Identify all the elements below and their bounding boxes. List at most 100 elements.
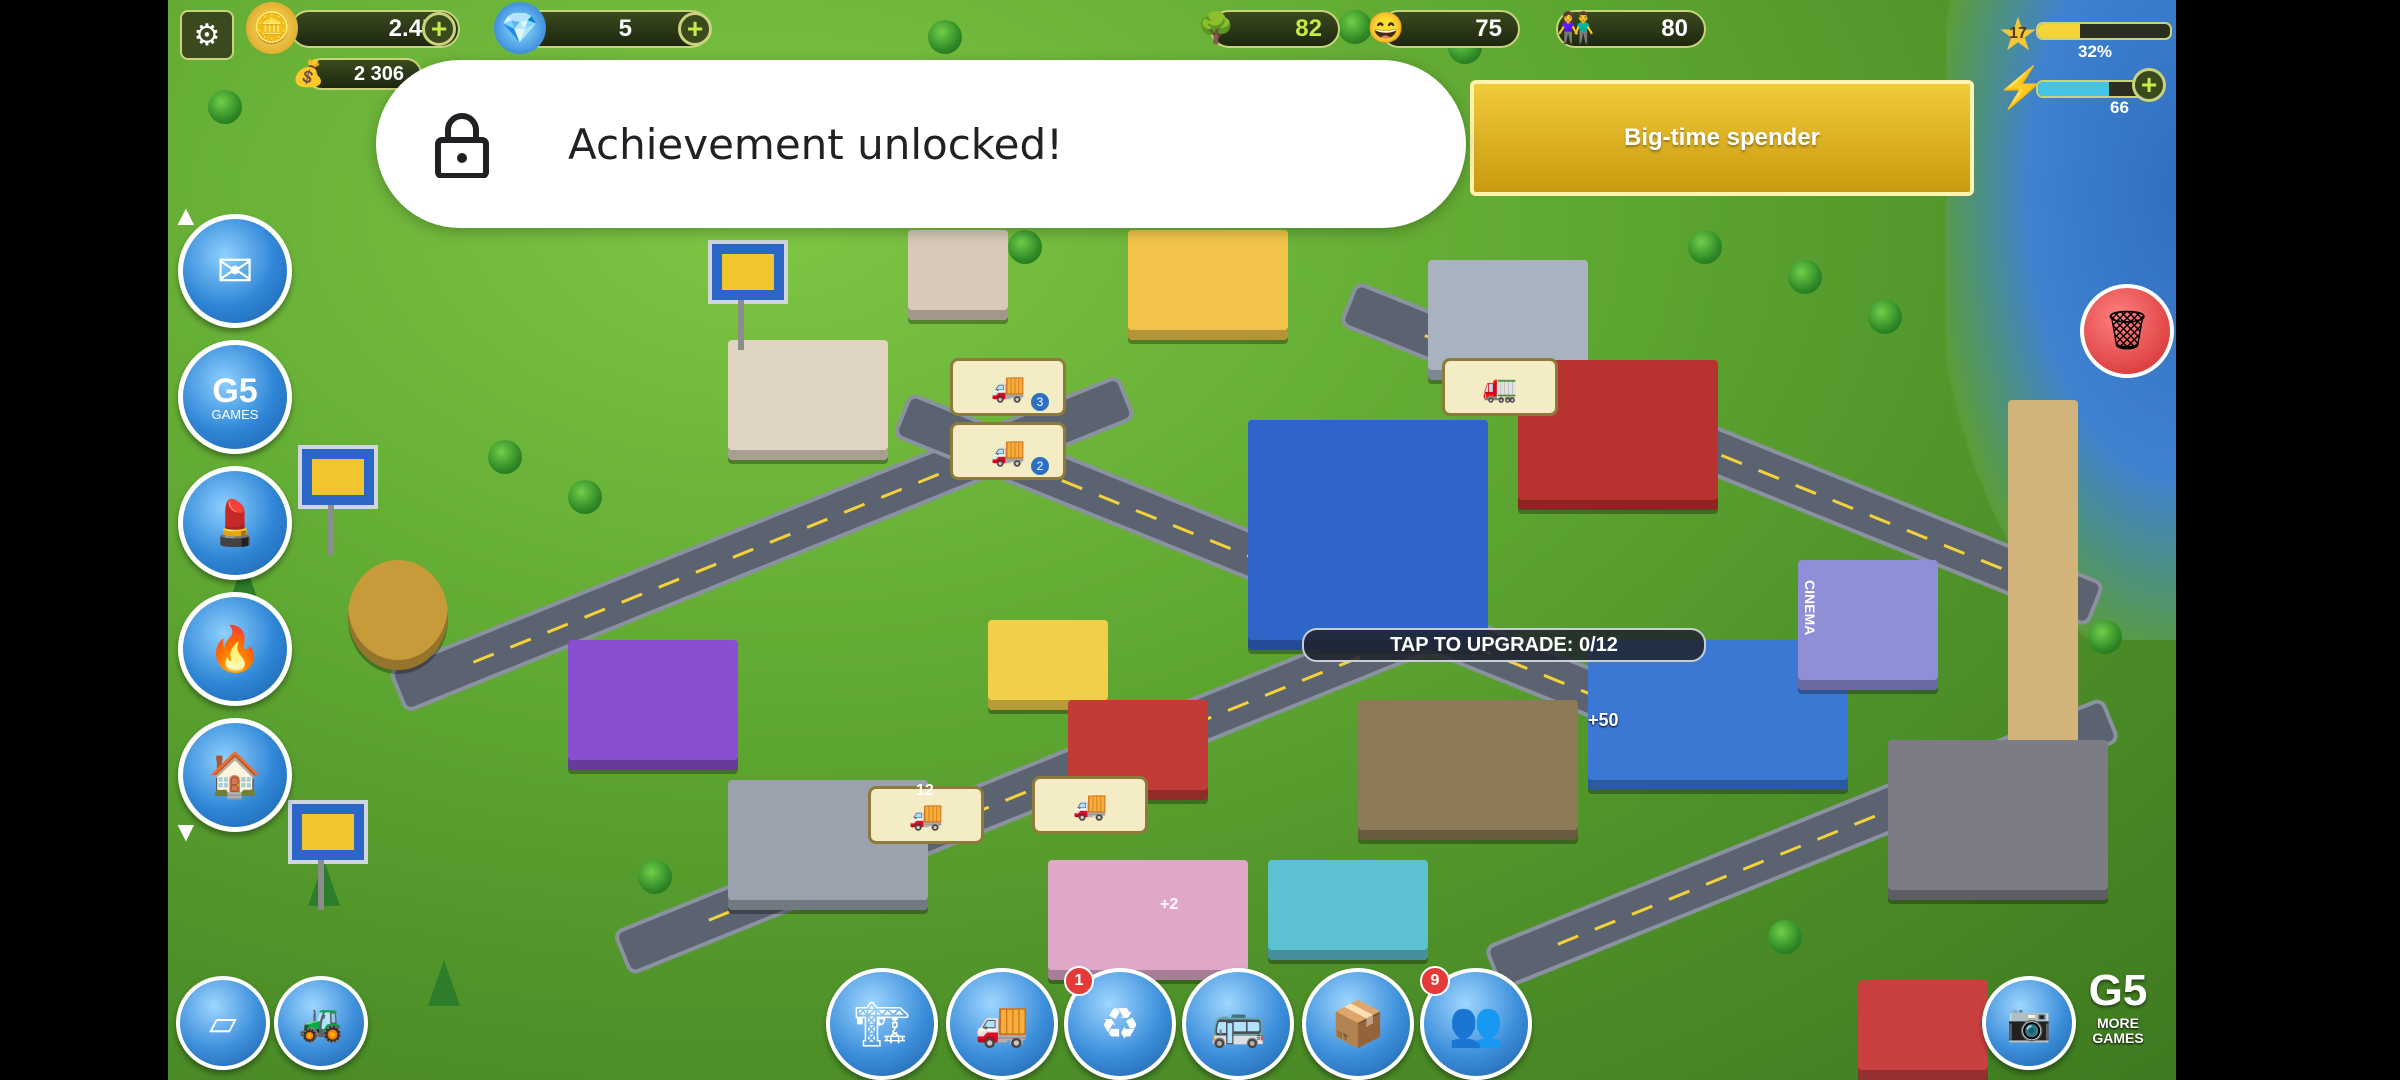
happiness-value: 75 [1475, 15, 1502, 42]
achievement-toast[interactable]: Achievement unlocked! [376, 60, 1466, 228]
globe-statue[interactable] [348, 560, 448, 670]
fire-icon: 🔥 [207, 625, 263, 674]
tree [1868, 300, 1902, 334]
truck-delivery-tag[interactable]: 🚚 2 [950, 422, 1066, 480]
shop-button[interactable]: 💄 [178, 466, 292, 580]
building[interactable] [568, 640, 738, 770]
fire-station-button[interactable]: 🔥 [178, 592, 292, 706]
g5-logo: G5 [2088, 966, 2148, 1015]
cinema-sign: CINEMA [1802, 580, 1818, 636]
upgrade-text: TAP TO UPGRADE: 0/12 [1390, 633, 1618, 656]
tree [1688, 230, 1722, 264]
mail-icon: ✉ [216, 246, 254, 296]
bulldozer-button[interactable]: 🚜 [274, 976, 368, 1070]
games-text: GAMES [211, 406, 259, 422]
level-value: 17 [2009, 25, 2027, 42]
tree-icon: 🌳 [1197, 11, 1235, 45]
billboard-pole [328, 505, 334, 555]
mail-button[interactable]: ✉ [178, 214, 292, 328]
truck-count: 2 [1031, 457, 1049, 475]
construction-button[interactable]: 🏗 [826, 968, 938, 1080]
building[interactable] [1048, 860, 1248, 980]
tree [1008, 230, 1042, 264]
truck-icon: 🚛 [1482, 371, 1518, 403]
construction-site[interactable] [1248, 420, 1488, 650]
camera-icon: 📷 [2006, 1002, 2052, 1043]
truck-count: 3 [1031, 393, 1049, 411]
truck-icon: 🚚 [974, 1000, 1030, 1049]
tree [1788, 260, 1822, 294]
recycle-bin-button[interactable]: 🗑 [2080, 284, 2174, 378]
truck-icon: 🚚 [990, 371, 1026, 403]
achievement-banner[interactable]: Big-time spender [1470, 80, 1974, 196]
side-menu-up-arrow[interactable]: ▲ [172, 200, 200, 232]
building[interactable] [1858, 980, 1988, 1080]
oil-rig[interactable] [1888, 740, 2108, 900]
building[interactable] [988, 620, 1108, 710]
cinema[interactable]: CINEMA [1798, 560, 1938, 690]
park[interactable] [1268, 860, 1428, 960]
lock-icon [435, 113, 489, 178]
tap-to-upgrade-label[interactable]: TAP TO UPGRADE: 0/12 [1302, 628, 1706, 662]
truck-delivery-tag[interactable]: 🚛 [1442, 358, 1558, 416]
billboard [298, 445, 378, 509]
income-value: 2 306 [353, 62, 404, 85]
truck-delivery-tag[interactable]: 🚚 [1032, 776, 1148, 834]
bus-icon: 🚌 [1210, 1000, 1266, 1049]
tree [208, 90, 242, 124]
bonus-label: +50 [1588, 710, 1619, 730]
inventory-button[interactable]: 📦 [1302, 968, 1414, 1080]
billboard [288, 800, 368, 864]
population-value: 80 [1661, 15, 1688, 42]
add-gems-button[interactable]: + [678, 12, 712, 46]
truck-icon: 🚚 [908, 799, 944, 831]
gem-icon: 💎 [494, 2, 546, 54]
xp-bar [2036, 22, 2172, 40]
income-icon: 💰 [292, 58, 325, 88]
plus-label: +2 [1160, 896, 1179, 913]
energy-value: 66 [2110, 98, 2129, 117]
eco-value: 82 [1295, 15, 1322, 42]
side-menu-down-arrow[interactable]: ▼ [172, 816, 200, 848]
settings-button[interactable]: ⚙ [180, 10, 234, 60]
pine-tree [428, 960, 460, 1006]
tree [488, 440, 522, 474]
building[interactable] [908, 230, 1008, 320]
building[interactable] [728, 340, 888, 460]
billboard [708, 240, 788, 304]
camera-button[interactable]: 📷 [1982, 976, 2076, 1070]
truck-delivery-tag[interactable]: 🚚 3 [950, 358, 1066, 416]
clock-tower[interactable] [2008, 400, 2078, 780]
house-icon: 🏠 [207, 751, 263, 800]
transport-button[interactable]: 🚌 [1182, 968, 1294, 1080]
smiley-icon: 😄 [1367, 11, 1405, 45]
toast-message: Achievement unlocked! [568, 120, 1063, 169]
g5-games-button[interactable]: G5 GAMES [178, 340, 292, 454]
g5-games-label: G5 GAMES [212, 374, 259, 421]
building[interactable] [1128, 230, 1288, 340]
add-energy-button[interactable]: + [2132, 68, 2166, 102]
billboard-pole [738, 300, 744, 350]
road-build-button[interactable]: ▱ [176, 976, 270, 1070]
trash-icon: 🗑 [2102, 310, 2152, 352]
bulldozer-icon: 🚜 [298, 1002, 344, 1043]
more-games-button[interactable]: G5 MORE GAMES [2072, 966, 2164, 1072]
truck-icon: 🚚 [1072, 789, 1108, 821]
tree [1768, 920, 1802, 954]
xp-fill [2038, 24, 2081, 38]
house-button[interactable]: 🏠 [178, 718, 292, 832]
box-icon: 📦 [1330, 1000, 1386, 1049]
building[interactable] [1358, 700, 1578, 840]
social-button[interactable]: 👥 9 [1420, 966, 1532, 1080]
gems-value: 5 [618, 15, 632, 42]
truck-icon: 🚚 [990, 435, 1026, 467]
recycling-button[interactable]: ♻ 1 [1064, 966, 1176, 1080]
xp-percent: 32% [2078, 42, 2113, 61]
tree [568, 480, 602, 514]
delivery-button[interactable]: 🚚 [946, 968, 1058, 1080]
recycling-badge: 1 [1064, 966, 1094, 996]
road-icon: ▱ [209, 1002, 237, 1043]
g5-logo-text: G5 [212, 371, 258, 410]
tree [2088, 620, 2122, 654]
add-coins-button[interactable]: + [422, 12, 456, 46]
